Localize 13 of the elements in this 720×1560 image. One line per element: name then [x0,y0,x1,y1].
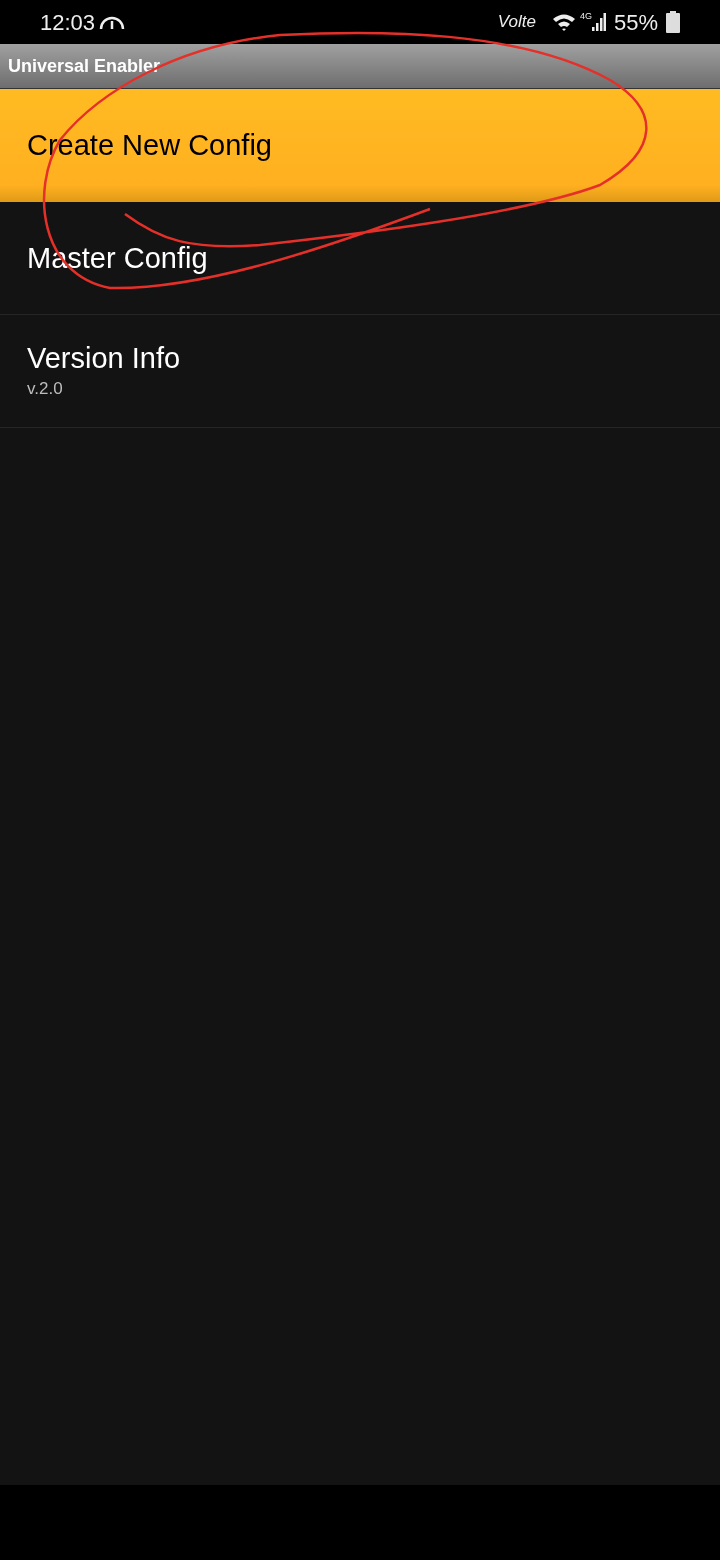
battery-percent: 55% [613,8,658,37]
menu-item[interactable]: Create New Config [0,89,720,202]
clock: 12:03 [40,8,96,37]
battery-icon [666,11,680,33]
wifi-icon [551,13,576,31]
menu-item-title: Version Info [27,340,182,376]
network-label: 4G [579,10,592,23]
volte-label: Volte [497,11,536,34]
menu-item-subtitle: v.2.0 [27,377,64,400]
menu-item-title: Create New Config [27,128,273,163]
signal-icon [591,13,606,31]
app-title: Universal Enabler [8,54,161,78]
menu-item[interactable]: Version Info v.2.0 [0,315,720,428]
